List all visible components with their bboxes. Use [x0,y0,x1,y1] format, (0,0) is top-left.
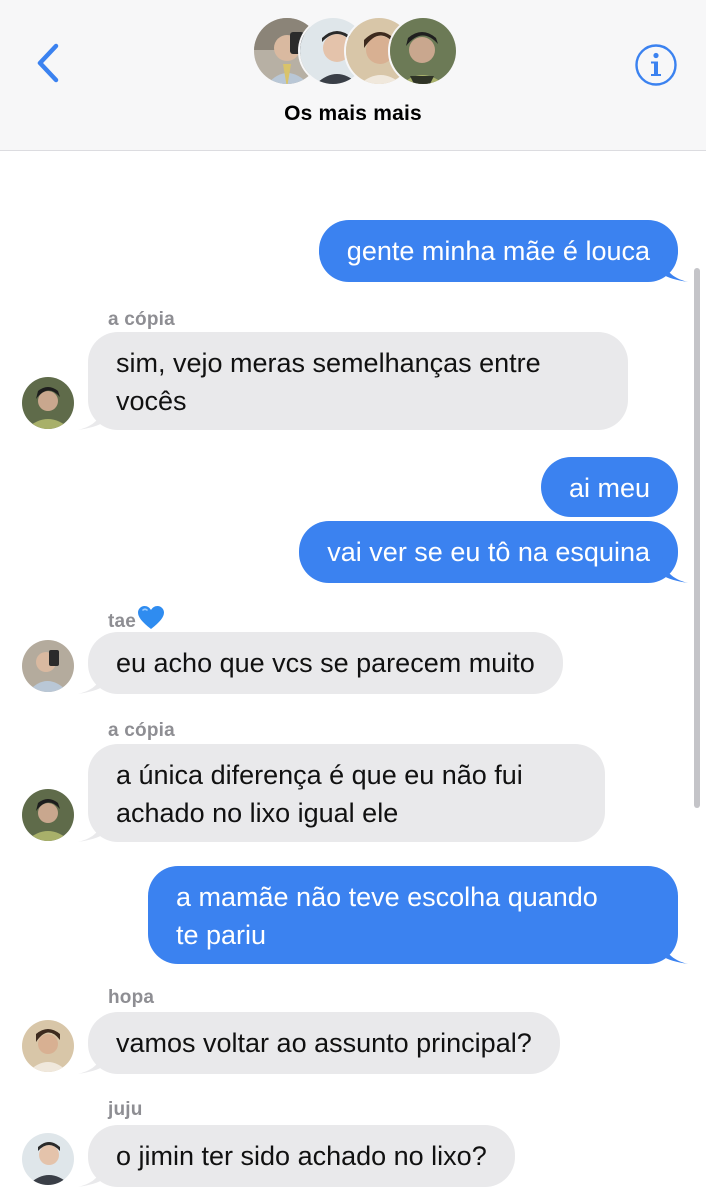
scroll-indicator[interactable] [694,268,700,808]
sender-name: a cópia [108,309,175,330]
avatar[interactable] [22,789,74,841]
chevron-left-icon [37,43,59,83]
message-text-line: achado no lixo igual ele [116,798,399,828]
message-text-line: a mamãe não teve escolha quando [176,882,598,912]
message-text-line: te pariu [176,920,267,950]
message-bubble-outgoing[interactable]: gente minha mãe é louca [318,220,688,282]
message-bubble-incoming[interactable]: vamos voltar ao assunto principal? [78,1012,560,1074]
bubble-tail [662,256,688,282]
message-bubble-incoming[interactable]: a única diferença é que eu não fui achad… [78,744,605,842]
avatar[interactable] [22,1020,74,1072]
sender-name: a cópia [108,720,175,741]
message-bubble-outgoing[interactable]: vai ver se eu tô na esquina [299,521,688,583]
bubble-tail [78,404,104,430]
bubble-tail [78,668,104,694]
message-bubble-incoming[interactable]: sim, vejo meras semelhanças entre vocês [78,332,628,430]
bubble-tail [78,1161,104,1187]
group-avatars[interactable] [252,16,458,88]
message-text-line: a única diferença é que eu não fui [116,760,523,790]
message-text: vai ver se eu tô na esquina [327,537,650,567]
message-bubble-outgoing[interactable]: a mamãe não teve escolha quando te pariu [148,866,688,964]
message-bubble-outgoing[interactable]: ai meu [540,457,678,517]
message-text: ai meu [568,473,650,503]
bubble-tail [662,938,688,964]
avatar[interactable] [22,640,74,692]
info-circle-icon [635,44,677,86]
message-text-line: sim, vejo meras semelhanças entre [116,348,541,378]
bubble-tail [662,557,688,583]
message-bubble-incoming[interactable]: o jimin ter sido achado no lixo? [78,1125,515,1187]
chat-header: Os mais mais [0,0,706,151]
message-bubble-incoming[interactable]: eu acho que vcs se parecem muito [78,632,563,694]
bubble-tail [78,1048,104,1074]
message-text-line: vocês [116,386,187,416]
group-avatar [388,16,458,86]
avatar[interactable] [22,1133,74,1185]
message-text: vamos voltar ao assunto principal? [116,1028,532,1058]
message-text: eu acho que vcs se parecem muito [116,648,535,678]
back-button[interactable] [30,38,70,88]
sender-name: tae [108,606,165,633]
bubble-tail [78,816,104,842]
group-name[interactable]: Os mais mais [0,102,706,126]
sender-name: hopa [108,987,155,1008]
message-text: gente minha mãe é louca [346,236,650,266]
sender-name: juju [108,1099,143,1120]
info-button[interactable] [634,43,678,87]
avatar[interactable] [22,377,74,429]
message-text: o jimin ter sido achado no lixo? [116,1141,487,1171]
blue-heart-icon [138,606,165,629]
